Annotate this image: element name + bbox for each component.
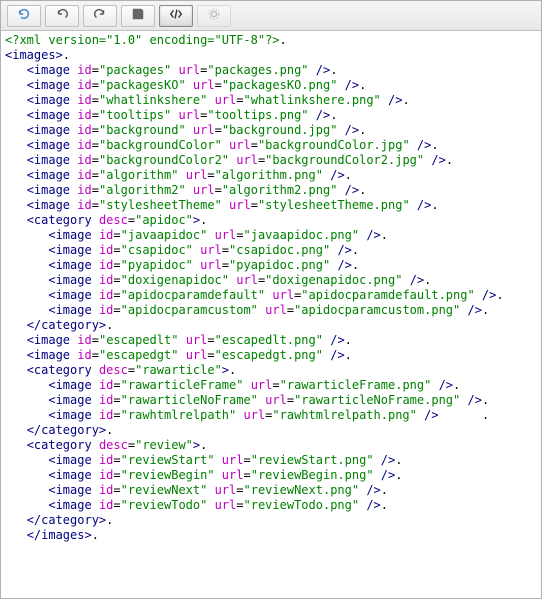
toolbar bbox=[1, 1, 541, 31]
undo-icon bbox=[55, 7, 69, 24]
source-button[interactable] bbox=[159, 5, 193, 27]
undo-button[interactable] bbox=[45, 5, 79, 27]
save-icon bbox=[131, 7, 145, 24]
preview-icon bbox=[207, 7, 221, 24]
xml-editor[interactable]: <?xml version="1.0" encoding="UTF-8"?>.<… bbox=[1, 31, 541, 598]
refresh-button[interactable] bbox=[7, 5, 41, 27]
save-button[interactable] bbox=[121, 5, 155, 27]
refresh-icon bbox=[17, 7, 31, 24]
editor-container: <?xml version="1.0" encoding="UTF-8"?>.<… bbox=[1, 31, 541, 598]
preview-button bbox=[197, 5, 231, 27]
redo-icon bbox=[93, 7, 107, 24]
code-icon bbox=[169, 7, 183, 24]
redo-button[interactable] bbox=[83, 5, 117, 27]
